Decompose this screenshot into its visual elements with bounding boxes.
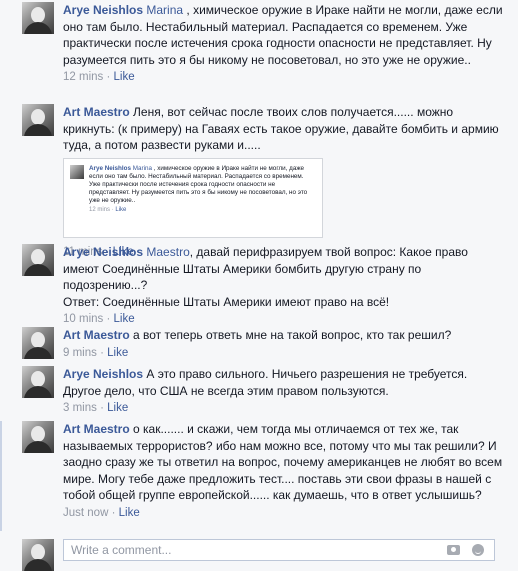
comment-body: Art Maestro Леня, вот сейчас после твоих… (63, 104, 504, 260)
comment-text: а вот теперь ответь мне на такой вопрос,… (129, 328, 452, 342)
comment-author[interactable]: Art Maestro (63, 105, 130, 119)
comment-time[interactable]: 9 mins (63, 347, 97, 359)
comment-meta: Just now · Like (63, 506, 140, 519)
comment-author[interactable]: Arye Neishlos (63, 3, 143, 17)
comment-body: Art Maestro о как....... и скажи, чем то… (63, 421, 506, 521)
comment-time[interactable]: Just now (63, 507, 108, 519)
avatar[interactable] (22, 104, 54, 136)
avatar[interactable] (22, 366, 54, 398)
avatar[interactable] (22, 327, 54, 359)
avatar (22, 539, 54, 571)
comment-meta: 3 mins · Like (63, 402, 129, 414)
like-link[interactable]: Like (119, 507, 140, 519)
attachment-avatar (70, 164, 84, 179)
attachment-text: Arye Neishlos Marina , химическое оружие… (89, 164, 308, 213)
comment-thread: Arye Neishlos Marina , химическое оружие… (0, 0, 518, 571)
comment-author[interactable]: Art Maestro (63, 328, 130, 342)
avatar[interactable] (22, 421, 54, 453)
comment-text-line: Ответ: Соединённые Штаты Америки имеют п… (63, 294, 390, 309)
attachment-screenshot[interactable]: Arye Neishlos Marina , химическое оружие… (63, 157, 323, 238)
comment-meta: 12 mins · Like (63, 71, 135, 83)
avatar[interactable] (22, 2, 54, 34)
avatar[interactable] (22, 244, 54, 276)
comment-time[interactable]: 10 mins (63, 313, 103, 325)
comment-mention[interactable]: Maestro (146, 245, 189, 259)
emoji-icon[interactable] (472, 544, 484, 556)
comment-input[interactable] (64, 540, 411, 560)
comment-new: Art Maestro о как....... и скажи, чем то… (0, 421, 518, 531)
comment-text: о как....... и скажи, чем тогда мы отлич… (63, 422, 503, 502)
like-link[interactable]: Like (114, 313, 135, 325)
comment-body: Art Maestro а вот теперь ответь мне на т… (63, 327, 504, 361)
comment-composer (0, 539, 518, 571)
comment-input-box[interactable] (63, 539, 495, 561)
comment-time[interactable]: 3 mins (63, 402, 97, 414)
comment-time[interactable]: 12 mins (63, 71, 103, 83)
like-link[interactable]: Like (107, 347, 128, 359)
comment-body: Arye Neishlos А это право сильного. Ничь… (63, 366, 504, 416)
comment-author[interactable]: Arye Neishlos (63, 245, 143, 259)
comment-author[interactable]: Arye Neishlos (63, 367, 143, 381)
comment-body: Arye Neishlos Marina , химическое оружие… (63, 2, 504, 85)
comment-mention[interactable]: Marina (146, 3, 183, 17)
comment-author[interactable]: Art Maestro (63, 422, 130, 436)
camera-icon[interactable] (447, 545, 460, 555)
comment-meta: 10 mins · Like (63, 313, 135, 325)
comment-meta: 9 mins · Like (63, 346, 129, 359)
comment-body: Arye Neishlos Maestro, давай перифразиру… (63, 244, 504, 327)
like-link[interactable]: Like (114, 71, 135, 83)
like-link[interactable]: Like (107, 402, 128, 414)
